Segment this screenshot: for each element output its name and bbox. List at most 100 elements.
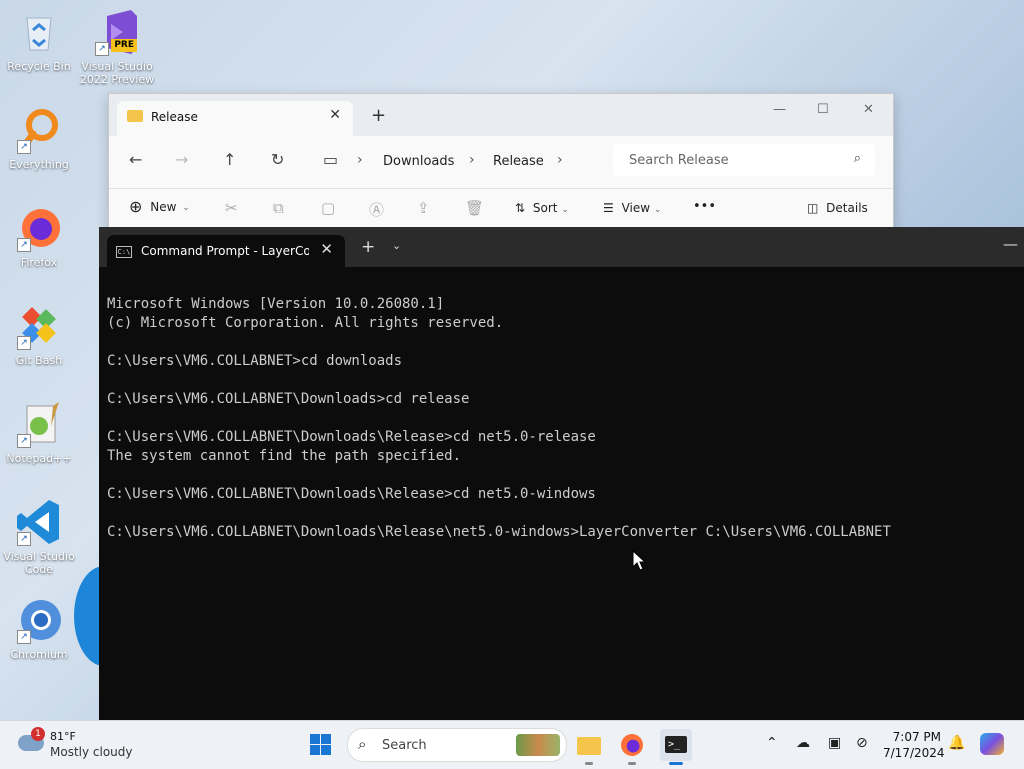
terminal-line: C:\Users\VM6.COLLABNET\Downloads\Release… [107, 429, 596, 445]
desktop-icon-recycle-bin[interactable]: Recycle Bin [1, 8, 77, 73]
taskbar-search-box[interactable]: ⌕ Search [347, 728, 567, 762]
desktop-icon-label: Everything [9, 158, 69, 171]
terminal-line: Microsoft Windows [Version 10.0.26080.1] [107, 296, 445, 312]
refresh-icon[interactable]: ↻ [271, 150, 284, 169]
close-tab-icon[interactable]: ✕ [329, 107, 341, 123]
weather-condition: Mostly cloudy [50, 745, 133, 759]
windows-logo-icon [310, 734, 320, 744]
terminal-window[interactable]: C:\ Command Prompt - LayerCon ✕ + ⌄ — Mi… [99, 227, 1024, 720]
search-highlight-image [516, 734, 560, 756]
search-icon: ⌕ [358, 735, 367, 753]
explorer-command-bar: ⊕ New ⌄ ✂ ⧉ ▢ Ⓐ ⇪ 🗑 ⇅ Sort ⌄ ☰ View ⌄ ••… [109, 189, 893, 229]
shortcut-arrow-icon: ↗ [17, 238, 31, 252]
paste-icon[interactable]: ▢ [321, 199, 335, 217]
taskbar-firefox[interactable] [616, 729, 648, 765]
chevron-right-icon[interactable]: › [557, 152, 563, 168]
explorer-tab-bar: Release ✕ + — ☐ ✕ [109, 94, 893, 136]
shortcut-arrow-icon: ↗ [95, 42, 109, 56]
shortcut-arrow-icon: ↗ [17, 434, 31, 448]
desktop-icon-label: Visual Studio Code [3, 550, 75, 576]
desktop-icon-everything[interactable]: ↗ Everything [1, 106, 77, 171]
sort-button[interactable]: ⇅ Sort ⌄ [515, 201, 569, 215]
folder-icon [577, 737, 601, 755]
plus-circle-icon: ⊕ [129, 197, 143, 216]
rename-icon[interactable]: Ⓐ [369, 199, 384, 220]
chevron-right-icon[interactable]: › [469, 152, 475, 168]
taskbar-terminal[interactable]: >_ [660, 729, 692, 765]
share-icon[interactable]: ⇪ [417, 199, 430, 217]
active-indicator [669, 762, 683, 765]
back-arrow-icon[interactable]: ← [129, 150, 142, 169]
details-button[interactable]: ◫ Details [807, 201, 868, 215]
cut-icon[interactable]: ✂ [225, 199, 238, 217]
notification-bell-icon[interactable]: 🔔 [948, 735, 965, 751]
everything-search-icon: ↗ [15, 106, 63, 154]
minimize-button[interactable]: — [1003, 235, 1018, 253]
minimize-button[interactable]: — [773, 102, 786, 117]
this-pc-icon[interactable]: ▭ [323, 150, 338, 169]
file-explorer-window[interactable]: Release ✕ + — ☐ ✕ ← → ↑ ↻ ▭ › Downloads … [108, 93, 894, 230]
breadcrumb-release[interactable]: Release [493, 154, 544, 169]
more-options-button[interactable]: ••• [693, 199, 716, 214]
view-icon: ☰ [603, 201, 614, 215]
chevron-right-icon[interactable]: › [357, 152, 363, 168]
chevron-down-icon[interactable]: ⌄ [392, 239, 401, 252]
desktop-icon-chromium[interactable]: ↗ Chromium [1, 596, 77, 661]
up-arrow-icon[interactable]: ↑ [223, 150, 236, 169]
maximize-button[interactable]: ☐ [817, 102, 829, 117]
running-indicator [585, 762, 593, 765]
git-bash-icon: ↗ [15, 302, 63, 350]
display-icon[interactable]: ▣ [828, 735, 841, 751]
desktop-icon-visual-studio[interactable]: PRE ↗ Visual Studio 2022 Preview [79, 8, 155, 86]
shortcut-arrow-icon: ↗ [17, 630, 31, 644]
terminal-output[interactable]: Microsoft Windows [Version 10.0.26080.1]… [107, 276, 891, 580]
copilot-icon[interactable] [980, 733, 1004, 755]
explorer-search-input[interactable]: Search Release ⌕ [613, 144, 875, 176]
system-clock[interactable]: 7:07 PM 7/17/2024 [883, 729, 945, 761]
windows-logo-quad [321, 745, 331, 755]
desktop-icon-label: Chromium [10, 648, 68, 661]
desktop-icon-git-bash[interactable]: ↗ Git Bash [1, 302, 77, 367]
taskbar: 1 81°F Mostly cloudy ⌕ Search >_ ⌃ ☁ ▣ ⊘… [0, 720, 1024, 769]
notification-badge: 1 [31, 727, 45, 741]
delete-icon[interactable]: 🗑 [465, 199, 484, 217]
clock-date: 7/17/2024 [883, 746, 945, 760]
terminal-line: The system cannot find the path specifie… [107, 448, 462, 464]
terminal-tab-command-prompt[interactable]: C:\ Command Prompt - LayerCon ✕ [107, 235, 345, 267]
close-window-button[interactable]: ✕ [863, 102, 874, 117]
onedrive-offline-icon[interactable]: ☁ [796, 735, 810, 751]
desktop-icon-vscode[interactable]: ↗ Visual Studio Code [1, 498, 77, 576]
chevron-up-icon[interactable]: ⌃ [766, 735, 778, 751]
firefox-icon: ↗ [15, 204, 63, 252]
forward-arrow-icon[interactable]: → [175, 150, 188, 169]
new-button[interactable]: ⊕ New ⌄ [129, 197, 190, 216]
start-button[interactable] [310, 734, 332, 756]
explorer-address-bar: ← → ↑ ↻ ▭ › Downloads › Release › Search… [109, 136, 893, 189]
copy-icon[interactable]: ⧉ [273, 199, 284, 217]
taskbar-search-placeholder: Search [382, 738, 427, 753]
windows-logo-quad [321, 734, 331, 744]
terminal-line: C:\Users\VM6.COLLABNET\Downloads\Release… [107, 524, 891, 540]
taskbar-file-explorer[interactable] [573, 729, 605, 765]
new-tab-button[interactable]: + [371, 105, 386, 126]
view-button[interactable]: ☰ View ⌄ [603, 201, 661, 215]
shortcut-arrow-icon: ↗ [17, 532, 31, 546]
folder-icon [127, 110, 143, 122]
close-tab-icon[interactable]: ✕ [320, 240, 333, 258]
desktop-icon-label: Notepad++ [6, 452, 72, 465]
desktop-icon-firefox[interactable]: ↗ Firefox [1, 204, 77, 269]
desktop-icon-label: Firefox [20, 256, 58, 269]
desktop-icon-label: Recycle Bin [7, 60, 71, 73]
breadcrumb-downloads[interactable]: Downloads [383, 154, 454, 169]
chevron-down-icon: ⌄ [561, 205, 569, 215]
search-placeholder: Search Release [629, 153, 729, 168]
desktop-icon-notepad-plus-plus[interactable]: ↗ Notepad++ [1, 400, 77, 465]
firefox-icon [621, 734, 643, 756]
sort-icon: ⇅ [515, 201, 526, 215]
explorer-tab-release[interactable]: Release ✕ [117, 101, 353, 136]
network-icon[interactable]: ⊘ [856, 735, 868, 751]
clock-time: 7:07 PM [892, 730, 941, 744]
new-tab-button[interactable]: + [361, 237, 375, 257]
terminal-icon: >_ [665, 736, 687, 753]
